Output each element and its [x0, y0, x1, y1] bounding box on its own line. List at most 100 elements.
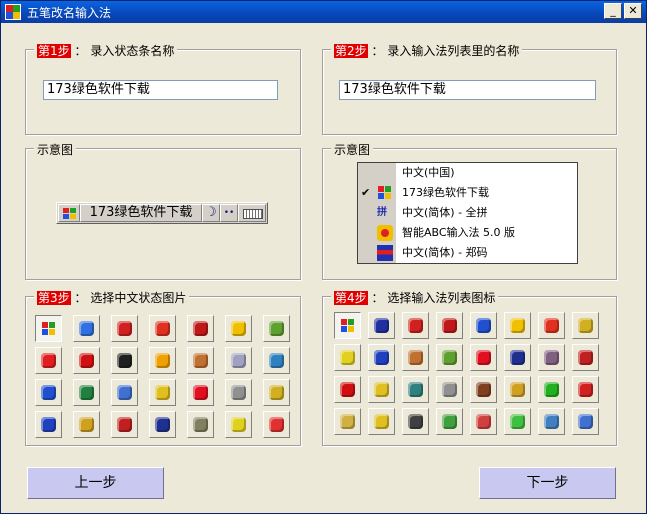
bucket-button[interactable] [334, 344, 361, 371]
heart-icon [476, 350, 491, 365]
pointer-ball-button[interactable] [572, 408, 599, 435]
red-zhong-button[interactable] [149, 315, 176, 342]
devil-mask-button[interactable] [436, 376, 463, 403]
globe-button[interactable] [73, 379, 100, 406]
toolbox-button[interactable] [402, 376, 429, 403]
house-icon [193, 353, 208, 368]
bucket-button[interactable] [225, 411, 252, 438]
lock-box-button[interactable] [572, 376, 599, 403]
warning-button[interactable] [149, 347, 176, 374]
bucket-icon [340, 350, 355, 365]
step1-legend: 第1步 ： 录入状态条名称 [34, 42, 178, 59]
sunglasses-face-button[interactable] [225, 315, 252, 342]
rabbit-icon [79, 417, 94, 432]
coin-button[interactable] [368, 376, 395, 403]
red-seal-button[interactable] [402, 312, 429, 339]
ime-list-preview: 中文(中国) ✔ 173绿色软件下载 拼 中文(简体) - 全拼 智能ABC输入… [357, 162, 578, 264]
red-flag-button[interactable] [73, 347, 100, 374]
penguin-button[interactable] [111, 347, 138, 374]
status-bar-name-input[interactable]: 173绿色软件下载 [43, 80, 278, 100]
moon-button[interactable] [149, 411, 176, 438]
lightning-button[interactable] [368, 344, 395, 371]
moon-button[interactable] [504, 344, 531, 371]
preview1-legend: 示意图 [34, 141, 77, 158]
heart-button[interactable] [470, 344, 497, 371]
red-flower-button[interactable] [436, 312, 463, 339]
red-book-button[interactable] [111, 411, 138, 438]
menu-item-label: 中文(中国) [402, 166, 455, 179]
title-bar[interactable]: 五笔改名输入法 _ ✕ [1, 1, 646, 23]
close-button[interactable]: ✕ [624, 3, 642, 19]
apple-button[interactable] [263, 315, 290, 342]
star-gear-button[interactable] [263, 379, 290, 406]
windows-flag-icon [41, 321, 56, 336]
menu-item: ✔ 173绿色软件下载 [358, 183, 577, 203]
status-bar-preview-text: 173绿色软件下载 [80, 204, 202, 222]
sunglasses-face-button[interactable] [504, 312, 531, 339]
eye-icon [41, 353, 56, 368]
prev-step-button[interactable]: 上一步 [27, 467, 164, 499]
ime-list-name-input[interactable]: 173绿色软件下载 [339, 80, 596, 100]
red-seal-icon [408, 318, 423, 333]
devil-mask-button[interactable] [225, 379, 252, 406]
minimize-button[interactable]: _ [604, 3, 622, 19]
heart-button[interactable] [187, 379, 214, 406]
green-page-button[interactable] [504, 408, 531, 435]
pointer-ball-button[interactable] [111, 379, 138, 406]
cat-face-button[interactable] [538, 344, 565, 371]
blue-blob-button[interactable] [470, 312, 497, 339]
devil-mask-icon [231, 385, 246, 400]
printer-button[interactable] [402, 408, 429, 435]
apple-button[interactable] [436, 344, 463, 371]
menu-item-label: 中文(简体) - 郑码 [402, 246, 488, 259]
step2-tag: 第2步 [334, 44, 368, 58]
red-flower-button[interactable] [187, 315, 214, 342]
step1-colon: ： [74, 44, 87, 58]
menu-item: 中文(中国) [358, 163, 577, 183]
pickaxe-button[interactable] [470, 376, 497, 403]
monitor-button[interactable] [187, 411, 214, 438]
phone-button[interactable] [334, 408, 361, 435]
padlock-button[interactable] [368, 408, 395, 435]
mushroom-button[interactable] [263, 411, 290, 438]
red-book-button[interactable] [572, 344, 599, 371]
book-button[interactable] [263, 347, 290, 374]
step3-tag: 第3步 [37, 291, 71, 305]
menu-item: 拼 中文(简体) - 全拼 [358, 203, 577, 223]
red-flag-button[interactable] [334, 376, 361, 403]
green-flower-button[interactable] [538, 376, 565, 403]
calculator-icon [476, 414, 491, 429]
lightning-button[interactable] [35, 411, 62, 438]
toolbox-icon [408, 382, 423, 397]
step3-colon: ： [74, 291, 87, 305]
rabbit-button[interactable] [73, 411, 100, 438]
next-step-button[interactable]: 下一步 [479, 467, 616, 499]
star-gear-button[interactable] [572, 312, 599, 339]
wu-character-icon [374, 318, 389, 333]
open-book-button[interactable] [538, 408, 565, 435]
colorful-flag-button[interactable] [73, 315, 100, 342]
windows-flag-icon [58, 204, 80, 222]
red-zhong-button[interactable] [538, 312, 565, 339]
calculator-button[interactable] [470, 408, 497, 435]
rabbit-icon [510, 382, 525, 397]
eye-button[interactable] [35, 347, 62, 374]
blue-blob-icon [41, 385, 56, 400]
wu-character-button[interactable] [368, 312, 395, 339]
apple-icon [269, 321, 284, 336]
padlock-icon [374, 414, 389, 429]
moon-icon [155, 417, 170, 432]
notepad-icon [442, 414, 457, 429]
windows-flag-button[interactable] [334, 312, 361, 339]
windows-flag-button[interactable] [35, 315, 62, 342]
house-button[interactable] [187, 347, 214, 374]
notepad-button[interactable] [436, 408, 463, 435]
green-page-icon [510, 414, 525, 429]
rabbit-button[interactable] [504, 376, 531, 403]
coin-button[interactable] [149, 379, 176, 406]
red-seal-button[interactable] [111, 315, 138, 342]
red-flag-icon [340, 382, 355, 397]
blue-blob-button[interactable] [35, 379, 62, 406]
house-button[interactable] [402, 344, 429, 371]
cd-button[interactable] [225, 347, 252, 374]
